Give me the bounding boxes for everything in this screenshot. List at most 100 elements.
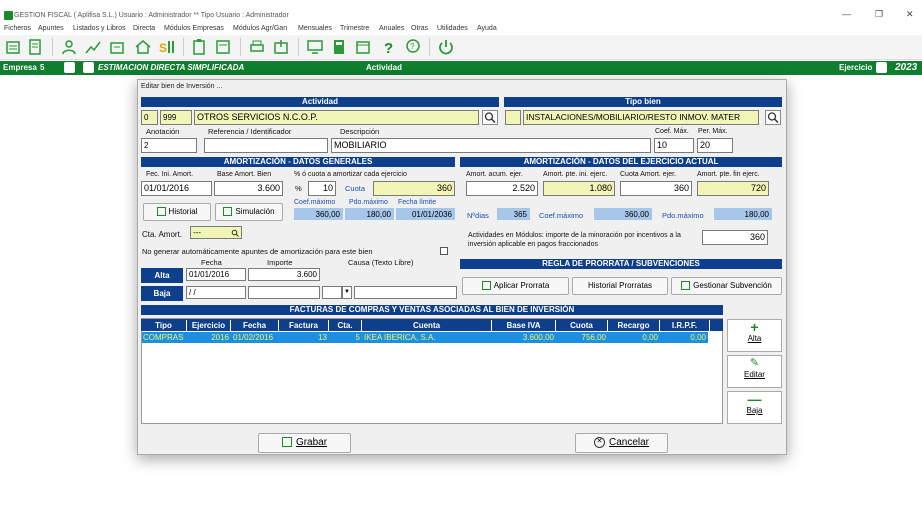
search-icon[interactable] (231, 229, 239, 237)
pdo-maximo-label: Pdo.máximo (349, 199, 388, 206)
cuota-label: Cuota (345, 184, 366, 193)
menu-anuales[interactable]: Anuales (379, 25, 404, 32)
actividad-code1-field[interactable]: 0 (141, 110, 158, 125)
cancel-icon: ✕ (593, 436, 605, 448)
cancelar-label: Cancelar (608, 437, 650, 448)
referencia-field[interactable] (204, 138, 328, 153)
baja-causa-field[interactable] (354, 286, 457, 299)
editar-button-label: Editar (744, 370, 765, 379)
window-icon[interactable] (354, 38, 372, 56)
home-icon[interactable] (134, 38, 152, 56)
col-recargo[interactable]: Recargo (608, 320, 660, 331)
menu-trimestre[interactable]: Trimestre (340, 25, 369, 32)
cta-amort-value: --- (193, 228, 201, 237)
grabar-button[interactable]: Grabar (258, 433, 351, 453)
calculator-icon[interactable] (330, 38, 348, 56)
tipo-bien-name-field[interactable]: INSTALACIONES/MOBILIARIO/RESTO INMOV. MA… (523, 110, 759, 125)
simulacion-button[interactable]: Simulación (215, 203, 283, 221)
pct-field[interactable]: 10 (308, 181, 336, 196)
calculator-icon (481, 281, 491, 291)
cta-amort-label: Cta. Amort. (142, 230, 183, 239)
chat-icon[interactable]: ? (404, 38, 422, 56)
base-amort-field[interactable]: 3.600 (214, 181, 283, 196)
toolbar-separator (298, 38, 299, 56)
folder-icon[interactable] (83, 62, 94, 73)
amort-pte-ini-field[interactable]: 1.080 (543, 181, 615, 196)
per-max-field[interactable]: 20 (697, 138, 733, 153)
cuota-amort-field[interactable]: 360 (620, 181, 692, 196)
users-icon[interactable] (60, 38, 78, 56)
col-base-iva[interactable]: Base IVA (492, 320, 556, 331)
menu-modulos-agr[interactable]: Módulos Agr/Gan (233, 25, 287, 32)
close-icon[interactable]: ✕ (906, 9, 914, 20)
sales-icon[interactable] (108, 38, 126, 56)
export-icon[interactable] (272, 38, 290, 56)
aplicar-prorrata-label: Aplicar Prorrata (493, 281, 550, 290)
menu-directa[interactable]: Directa (133, 25, 155, 32)
baja-causa-select[interactable] (322, 286, 342, 299)
cta-amort-field[interactable]: --- (190, 226, 242, 239)
help-icon[interactable]: ? (380, 38, 398, 56)
fec-ini-field[interactable]: 01/01/2016 (141, 181, 212, 196)
alta-importe-field[interactable]: 3.600 (248, 268, 320, 281)
menu-mensuales[interactable]: Mensuales (298, 25, 332, 32)
menu-otras[interactable]: Otras (411, 25, 428, 32)
gestionar-subvencion-button[interactable]: Gestionar Subvención (671, 277, 782, 295)
menu-utilidades[interactable]: Utilidades (437, 25, 468, 32)
menu-listados[interactable]: Listados y Libros (73, 25, 126, 32)
actividad-name-field[interactable]: OTROS SERVICIOS N.C.O.P. (194, 110, 479, 125)
amort-pte-fin-field[interactable]: 720 (697, 181, 769, 196)
no-generar-checkbox[interactable] (440, 247, 448, 255)
menu-ayuda[interactable]: Ayuda (477, 25, 497, 32)
sii-icon[interactable]: S (158, 38, 176, 56)
baja-fecha-field[interactable]: / / (186, 286, 246, 299)
calendar-icon[interactable] (876, 62, 887, 73)
col-factura[interactable]: Factura (279, 320, 329, 331)
col-fecha[interactable]: Fecha (231, 320, 279, 331)
historial-prorratas-button[interactable]: Historial Prorratas (572, 277, 668, 295)
menu-ficheros[interactable]: Ficheros (4, 25, 31, 32)
power-icon[interactable] (437, 38, 455, 56)
col-tipo[interactable]: Tipo (141, 320, 187, 331)
document-icon[interactable] (26, 38, 44, 56)
tipo-bien-code-field[interactable] (505, 110, 521, 125)
baja-importe-field[interactable] (248, 286, 320, 299)
actividad-search-button[interactable] (482, 110, 498, 125)
alta-button[interactable]: + Alta (727, 319, 782, 352)
datos-generales-header: AMORTIZACIÓN - DATOS GENERALES (141, 157, 455, 167)
minimize-icon[interactable]: — (842, 9, 851, 19)
actividad-code2-field[interactable]: 999 (160, 110, 192, 125)
cuota-field[interactable]: 360 (373, 181, 455, 196)
refresh-icon[interactable] (64, 62, 75, 73)
col-irpf[interactable]: I.R.P.F. (660, 320, 710, 331)
menu-modulos-empresas[interactable]: Módulos Empresas (164, 25, 224, 32)
alta-fecha-field[interactable]: 01/01/2016 (186, 268, 246, 281)
aplicar-prorrata-button[interactable]: Aplicar Prorrata (462, 277, 569, 295)
col-ejercicio[interactable]: Ejercicio (187, 320, 231, 331)
col-cta[interactable]: Cta. (329, 320, 362, 331)
amort-acum-field[interactable]: 2.520 (466, 181, 538, 196)
menu-apuntes[interactable]: Apuntes (38, 25, 64, 32)
tipo-bien-search-button[interactable] (765, 110, 781, 125)
col-cuota[interactable]: Cuota (556, 320, 608, 331)
monitor-icon[interactable] (306, 38, 324, 56)
cancelar-button[interactable]: ✕ Cancelar (575, 433, 668, 453)
report-icon[interactable] (214, 38, 232, 56)
col-cuenta[interactable]: Cuenta (362, 320, 492, 331)
coef-max-field[interactable]: 10 (654, 138, 694, 153)
historial-button[interactable]: Historial (143, 203, 211, 221)
print-icon[interactable] (248, 38, 266, 56)
editar-button[interactable]: ✎ Editar (727, 355, 782, 388)
pct-symbol: % (295, 184, 302, 193)
restore-icon[interactable]: ❐ (875, 9, 883, 20)
chevron-down-icon[interactable]: ▼ (342, 286, 352, 299)
baja-button[interactable]: — Baja (727, 391, 782, 424)
clipboard-icon[interactable] (190, 38, 208, 56)
actividad-header: Actividad (141, 97, 499, 107)
modulos-field[interactable]: 360 (702, 230, 768, 245)
chart-icon[interactable] (84, 38, 102, 56)
regimen-label: ESTIMACION DIRECTA SIMPLIFICADA (98, 63, 245, 72)
descripcion-field[interactable]: MOBILIARIO (331, 138, 651, 153)
ledger-icon[interactable] (4, 38, 22, 56)
anotacion-field[interactable]: 2 (141, 138, 197, 153)
